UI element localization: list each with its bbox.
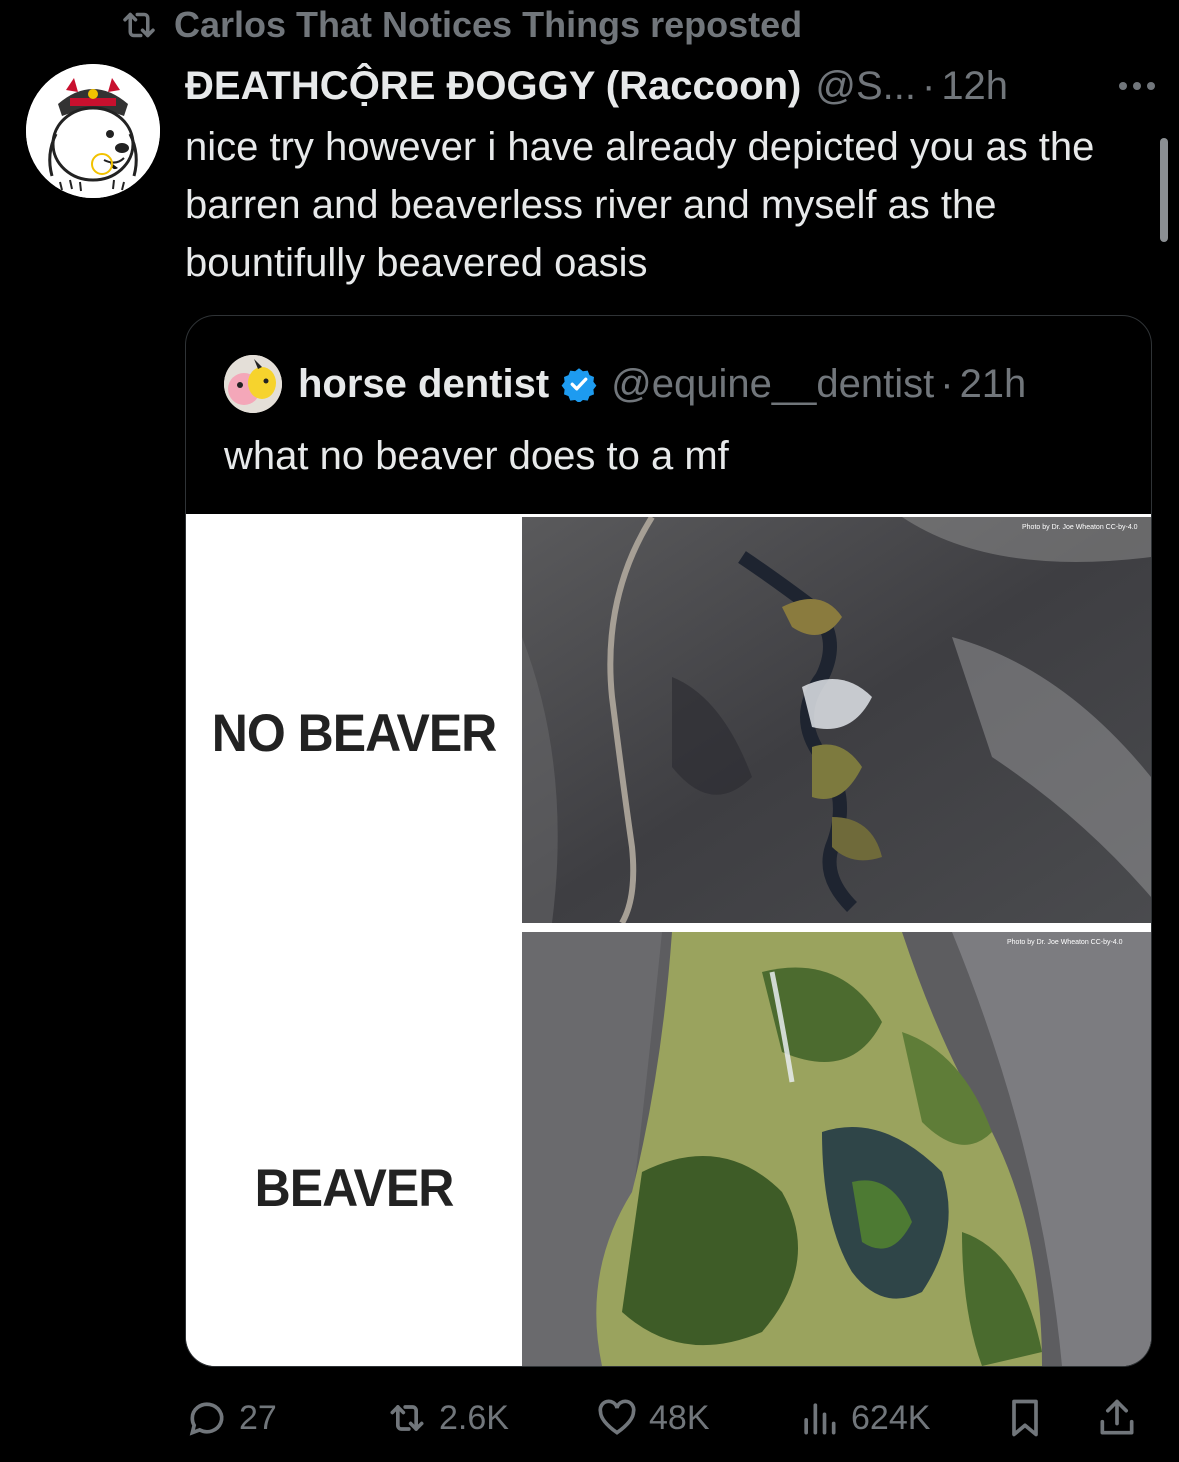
verified-badge-icon [561, 368, 597, 402]
photo-credit-bottom: Photo by Dr. Joe Wheaton CC-by-4.0 [1007, 939, 1123, 946]
share-icon [1100, 1399, 1134, 1435]
repost-button[interactable]: 2.6K [385, 1390, 509, 1446]
heart-icon [598, 1399, 636, 1435]
repost-text: Carlos That Notices Things reposted [174, 4, 803, 45]
meme-label-column: NO BEAVER BEAVER [186, 514, 522, 1366]
repost-context[interactable]: Carlos That Notices Things reposted [118, 2, 802, 48]
quote-avatar-icon[interactable] [224, 355, 282, 413]
post-time[interactable]: 12h [941, 64, 1008, 109]
reply-button[interactable]: 27 [185, 1390, 277, 1446]
reply-icon [189, 1402, 224, 1436]
bookmark-button[interactable] [1003, 1390, 1047, 1446]
more-dot-icon [1147, 82, 1155, 90]
separator-dot: · [921, 63, 936, 108]
quote-handle[interactable]: @equine__dentist [611, 362, 934, 407]
views-count: 624K [851, 1398, 931, 1437]
quoted-post[interactable]: horse dentist @equine__dentist · 21h wha… [185, 315, 1152, 1367]
quote-header: horse dentist @equine__dentist · 21h [224, 354, 1026, 414]
more-dot-icon [1133, 82, 1141, 90]
views-chart-icon [804, 1403, 836, 1435]
like-button[interactable]: 48K [595, 1390, 710, 1446]
more-dot-icon [1119, 82, 1127, 90]
beaver-label: BEAVER [254, 1158, 455, 1218]
more-options-button[interactable] [1119, 58, 1155, 114]
post-text: nice try however i have already depicted… [185, 125, 1095, 285]
separator-dot: · [940, 361, 954, 406]
no-beaver-label: NO BEAVER [211, 703, 498, 763]
scrollbar[interactable] [1160, 138, 1168, 242]
post-header: ĐEATHCỘRE ĐOGGY (Raccoon) @S... · 12h [185, 58, 1155, 114]
repost-count: 2.6K [439, 1398, 509, 1437]
photo-credit-top: Photo by Dr. Joe Wheaton CC-by-4.0 [1022, 524, 1138, 531]
barren-river-photo: Photo by Dr. Joe Wheaton CC-by-4.0 [522, 517, 1151, 923]
repost-icon [123, 12, 155, 38]
action-bar: 27 2.6K 48K 624K [185, 1390, 1150, 1446]
display-name[interactable]: ĐEATHCỘRE ĐOGGY (Raccoon) [185, 64, 801, 109]
dog-avatar-icon[interactable] [26, 64, 160, 198]
views-button[interactable]: 624K [797, 1390, 930, 1446]
share-button[interactable] [1095, 1390, 1139, 1446]
handle[interactable]: @S... [815, 64, 916, 109]
meme-image[interactable]: NO BEAVER BEAVER Photo by Dr. Joe Wheato… [186, 514, 1151, 1366]
quote-display-name[interactable]: horse dentist [298, 362, 549, 407]
repost-icon [390, 1405, 424, 1431]
quote-time[interactable]: 21h [960, 362, 1027, 407]
bookmark-icon [1012, 1399, 1038, 1437]
beaver-oasis-photo: Photo by Dr. Joe Wheaton CC-by-4.0 [522, 932, 1151, 1366]
quote-text: what no beaver does to a mf [224, 434, 729, 478]
like-count: 48K [649, 1398, 710, 1437]
reply-count: 27 [239, 1398, 277, 1437]
